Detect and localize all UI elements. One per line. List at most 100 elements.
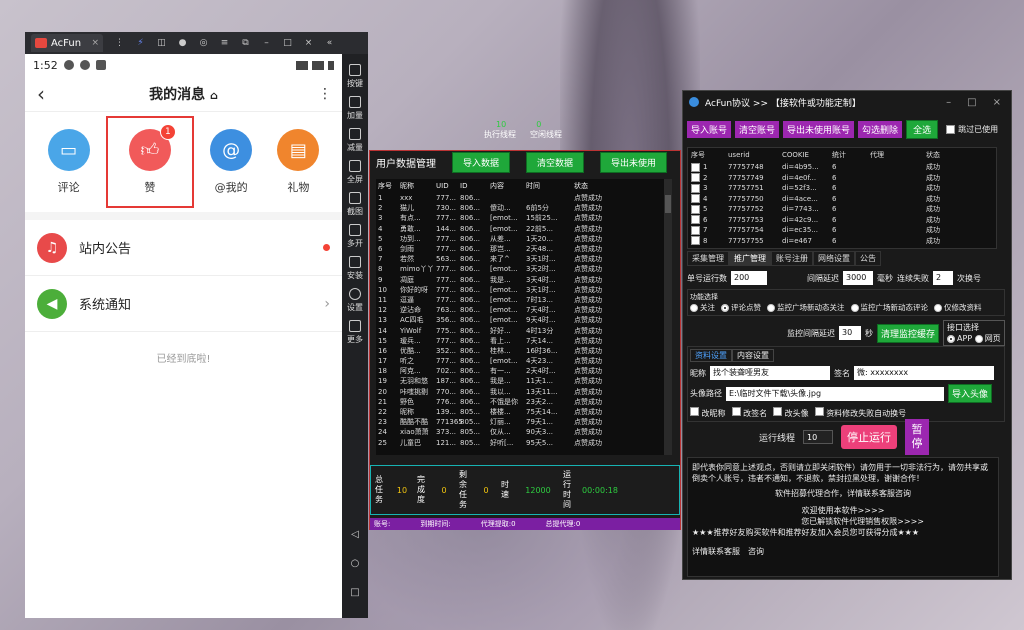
table-row[interactable]: 2 77757749 di=4e0f... 6 成功 bbox=[688, 173, 996, 184]
table-row[interactable]: 2 猫儿 730... 806... 傻动... 6前5分 点赞成功 bbox=[376, 203, 672, 213]
close-icon[interactable]: × bbox=[298, 34, 319, 52]
func-edit-profile-radio[interactable]: 仅修改资料 bbox=[934, 302, 982, 313]
row-checkbox[interactable] bbox=[691, 236, 700, 246]
home-icon[interactable]: ⌂ bbox=[210, 89, 218, 102]
more-icon[interactable]: ⋮ bbox=[318, 86, 332, 102]
monitor-interval-input[interactable]: 30 bbox=[839, 326, 861, 340]
system-notice-row[interactable]: ◀ 系统通知 › bbox=[25, 276, 342, 332]
row-checkbox-cell[interactable]: 3 bbox=[688, 183, 728, 193]
column-header[interactable]: 状态 bbox=[574, 181, 622, 191]
clear-cache-button[interactable]: 清理监控缓存 bbox=[877, 323, 940, 343]
stop-button[interactable]: 停止运行 bbox=[841, 425, 898, 449]
func-monitor-follow-radio[interactable]: 监控广场新动态关注 bbox=[767, 302, 845, 313]
close-tab-icon[interactable]: × bbox=[91, 38, 99, 48]
column-header[interactable]: 序号 bbox=[688, 150, 728, 160]
table-row[interactable]: 11 逗逼 777... 806... [emot... 7时13... 点赞成功 bbox=[376, 295, 672, 305]
sidebar-more[interactable]: 更多 bbox=[347, 320, 363, 345]
resize-icon[interactable]: ⧉ bbox=[235, 34, 256, 52]
scrollbar[interactable] bbox=[664, 179, 672, 455]
iface-web-radio[interactable]: 网页 bbox=[974, 334, 1001, 343]
change-nick-checkbox[interactable]: 改昵称 bbox=[690, 407, 726, 419]
home-circle-icon[interactable]: ○ bbox=[351, 558, 360, 569]
table-row[interactable]: 3 有点... 777... 806... [emot... 15前25... 点赞成功 bbox=[376, 213, 672, 223]
table-row[interactable]: 12 逆沾命 763... 806... [emot... 7天4时... 点赞成功 bbox=[376, 305, 672, 315]
change-sign-checkbox[interactable]: 改签名 bbox=[731, 407, 767, 419]
row-checkbox-cell[interactable]: 4 bbox=[688, 194, 728, 204]
table-row[interactable]: 24 xiao萧萧 373... 805... 仅从... 90天3... 点赞成功 bbox=[376, 427, 672, 437]
table-row[interactable]: 5 功到... 777... 806... 从差... 1天20... 点赞成功 bbox=[376, 234, 672, 244]
sidebar-fullscreen[interactable]: 全屏 bbox=[347, 160, 363, 185]
close-icon[interactable]: × bbox=[993, 97, 1001, 108]
maximize-icon[interactable]: □ bbox=[277, 34, 298, 52]
collapse-icon[interactable]: « bbox=[319, 34, 340, 52]
recent-square-icon[interactable]: □ bbox=[350, 587, 359, 598]
table-row[interactable]: 6 剑雨 777... 806... 那岂... 2天48... 点赞成功 bbox=[376, 244, 672, 254]
sidebar-keys[interactable]: 按键 bbox=[347, 64, 363, 89]
avatar-path-input[interactable]: E:\临时文件下载\头像.jpg bbox=[726, 386, 944, 401]
export-unused-account-button[interactable]: 导出未使用账号 bbox=[783, 120, 855, 138]
quick-comment[interactable]: ▭ 评论 bbox=[39, 129, 99, 195]
account-table[interactable]: 序号 userid COOKIE 统计 代理 状态 1 77757748 di=4b95...… bbox=[687, 147, 997, 249]
subtab-profile[interactable]: 资料设置 bbox=[690, 349, 732, 362]
subtab-content[interactable]: 内容设置 bbox=[732, 349, 774, 362]
menu-dots-icon[interactable]: ⋮ bbox=[109, 34, 130, 52]
import-account-button[interactable]: 导入账号 bbox=[687, 120, 732, 138]
column-header[interactable]: 统计 bbox=[832, 150, 870, 160]
table-row[interactable]: 7 77757754 di=ec35... 6 成功 bbox=[688, 225, 996, 236]
pause-button[interactable]: 暂停 bbox=[905, 419, 930, 455]
sidebar-vol-up[interactable]: 加量 bbox=[347, 96, 363, 121]
back-triangle-icon[interactable]: ◁ bbox=[351, 529, 359, 540]
row-checkbox[interactable] bbox=[691, 194, 700, 204]
table-row[interactable]: 19 无羽和悠 187... 806... 我是... 11天1... 点赞成功 bbox=[376, 376, 672, 386]
gamepad-icon[interactable]: ◫ bbox=[151, 34, 172, 52]
table-row[interactable]: 8 mimo丫丫 777... 806... [emot... 3天2时... 点赞成功 bbox=[376, 264, 672, 274]
sidebar-install[interactable]: 安装 bbox=[347, 256, 363, 281]
row-checkbox-cell[interactable]: 6 bbox=[688, 215, 728, 225]
column-header[interactable]: UID bbox=[436, 182, 460, 190]
import-data-button[interactable]: 导入数据 bbox=[452, 151, 511, 173]
table-row[interactable]: 16 优酷... 352... 806... 桂林... 16时36... 点赞成功 bbox=[376, 346, 672, 356]
table-row[interactable]: 10 你好的呀 777... 806... [emot... 3天1时... 点赞成功 bbox=[376, 285, 672, 295]
sidebar-settings[interactable]: 设置 bbox=[347, 288, 363, 313]
column-header[interactable]: ID bbox=[460, 182, 490, 190]
select-all-button[interactable]: 全选 bbox=[906, 119, 939, 139]
table-row[interactable]: 20 咔嗤挑剔 770... 806... 我以... 13天11... 点赞成功 bbox=[376, 387, 672, 397]
maximize-icon[interactable]: □ bbox=[967, 97, 976, 108]
row-checkbox[interactable] bbox=[691, 183, 700, 193]
row-checkbox[interactable] bbox=[691, 162, 700, 172]
sidebar-screenshot[interactable]: 截图 bbox=[347, 192, 363, 217]
user-data-table[interactable]: 序号 昵称 UID ID 内容 时间 状态 1 xxx 777... 806... 点赞成功 2 猫儿 7… bbox=[376, 179, 672, 455]
sign-input[interactable]: 微: xxxxxxxx bbox=[854, 366, 994, 380]
table-row[interactable]: 7 若然 563... 806... 来了^ 3天1时... 点赞成功 bbox=[376, 254, 672, 264]
row-checkbox[interactable] bbox=[691, 173, 700, 183]
row-checkbox-cell[interactable]: 2 bbox=[688, 173, 728, 183]
interval-input[interactable]: 3000 bbox=[843, 271, 873, 285]
quick-gift[interactable]: ▤ 礼物 bbox=[268, 129, 328, 195]
table-row[interactable]: 4 77757750 di=4ace... 6 成功 bbox=[688, 194, 996, 205]
column-header[interactable]: 序号 bbox=[376, 181, 400, 191]
table-row[interactable]: 17 听之 777... 806... [emot... 4天23... 点赞成功 bbox=[376, 356, 672, 366]
column-header[interactable]: userid bbox=[728, 151, 782, 159]
settings-icon[interactable]: ◎ bbox=[193, 34, 214, 52]
nick-input[interactable]: 找个装聋哑男友 bbox=[710, 366, 830, 380]
skip-used-checkbox[interactable]: 跳过已使用 bbox=[946, 124, 998, 135]
table-row[interactable]: 14 YiWolf 775... 806... 好好... 4时13分 点赞成功 bbox=[376, 325, 672, 335]
iface-app-radio[interactable]: APP bbox=[947, 334, 972, 343]
thread-input[interactable]: 10 bbox=[803, 430, 834, 444]
column-header[interactable]: 状态 bbox=[926, 150, 966, 160]
announcement-row[interactable]: ♫ 站内公告 bbox=[25, 220, 342, 276]
import-avatar-button[interactable]: 导入头像 bbox=[948, 384, 993, 403]
table-row[interactable]: 22 昵称 139... 805... 楼楼... 75天14... 点赞成功 bbox=[376, 407, 672, 417]
table-row[interactable]: 23 酷酷不酷 771365 805... 灯丽... 79天1... 点赞成功 bbox=[376, 417, 672, 427]
clear-data-button[interactable]: 清空数据 bbox=[526, 151, 585, 173]
hamburger-icon[interactable]: ≡ bbox=[214, 34, 235, 52]
column-header[interactable]: 代理 bbox=[870, 150, 926, 160]
row-checkbox-cell[interactable]: 7 bbox=[688, 225, 728, 235]
func-monitor-comment-radio[interactable]: 监控广场新动态评论 bbox=[850, 302, 928, 313]
column-header[interactable]: 时间 bbox=[526, 181, 574, 191]
minimize-icon[interactable]: – bbox=[256, 34, 277, 52]
export-unused-button[interactable]: 导出未使用 bbox=[600, 151, 668, 173]
table-row[interactable]: 5 77757752 di=7743... 6 成功 bbox=[688, 204, 996, 215]
sidebar-multi[interactable]: 多开 bbox=[347, 224, 363, 249]
sidebar-vol-down[interactable]: 减量 bbox=[347, 128, 363, 153]
